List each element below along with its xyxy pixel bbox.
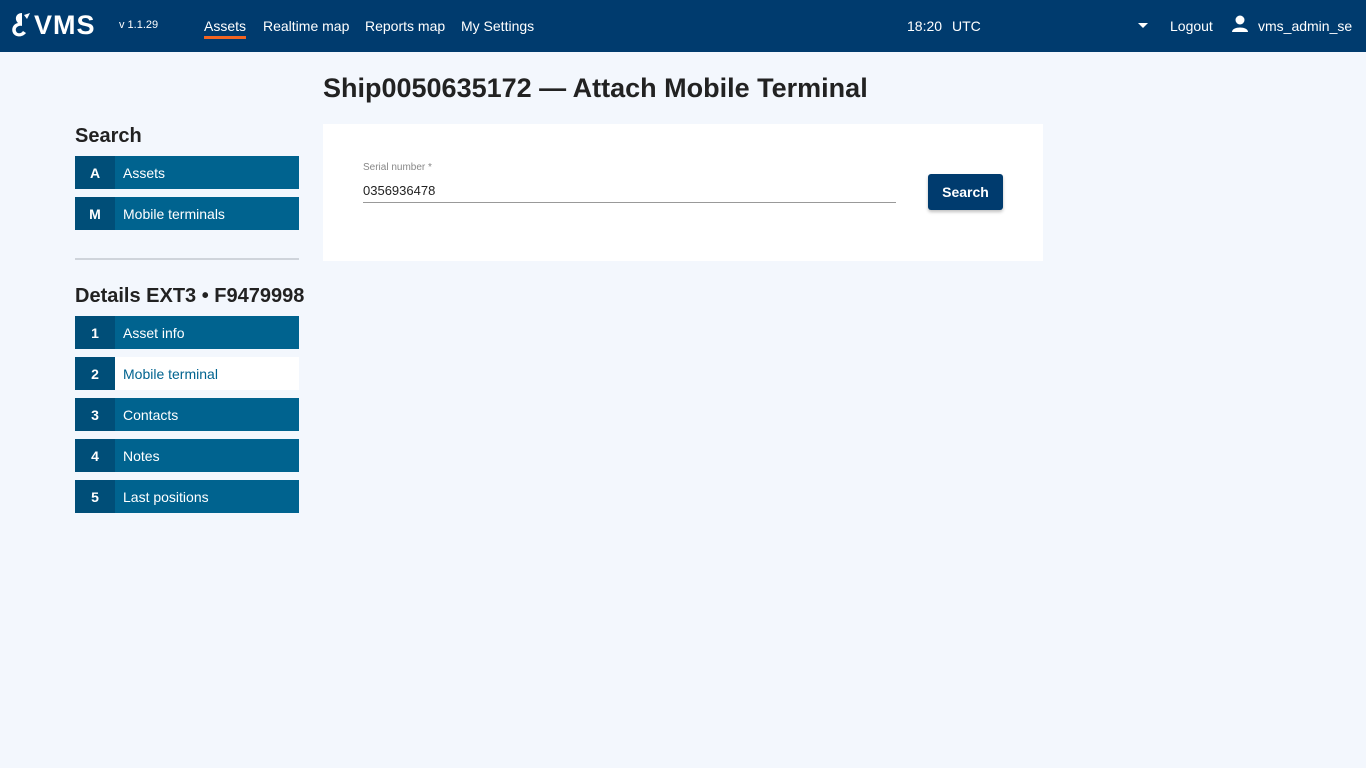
menu-key: 3 bbox=[75, 398, 115, 431]
top-navigation-bar: VMS v 1.1.29 Assets Realtime map Reports… bbox=[0, 0, 1366, 52]
clock-time: 18:20 bbox=[907, 18, 943, 34]
page-title: Ship0050635172 — Attach Mobile Terminal bbox=[323, 73, 868, 103]
details-section-title: Details EXT3 • F9479998 bbox=[75, 285, 305, 307]
menu-label: Asset info bbox=[123, 324, 185, 341]
menu-key: 5 bbox=[75, 480, 115, 513]
detail-item-contacts[interactable]: 3 Contacts bbox=[75, 398, 299, 431]
logout-button[interactable]: Logout bbox=[1170, 17, 1213, 35]
nav-realtime-map[interactable]: Realtime map bbox=[263, 17, 349, 35]
version-label: v 1.1.29 bbox=[119, 19, 159, 31]
search-button[interactable]: Search bbox=[928, 174, 1003, 210]
menu-label: Notes bbox=[123, 447, 160, 464]
logo[interactable]: VMS bbox=[10, 10, 96, 40]
menu-label: Mobile terminals bbox=[123, 205, 225, 222]
serial-number-label: Serial number * bbox=[363, 162, 432, 173]
timezone-dropdown-icon[interactable] bbox=[1138, 23, 1148, 28]
search-item-mobile-terminals[interactable]: M Mobile terminals bbox=[75, 197, 299, 230]
menu-label: Assets bbox=[123, 164, 166, 181]
menu-label: Last positions bbox=[123, 488, 209, 505]
menu-key: M bbox=[75, 197, 115, 230]
detail-item-asset-info[interactable]: 1 Asset info bbox=[75, 316, 299, 349]
nav-my-settings[interactable]: My Settings bbox=[461, 17, 534, 35]
username-label[interactable]: vms_admin_se bbox=[1258, 17, 1352, 35]
menu-key: A bbox=[75, 156, 115, 189]
logo-text: VMS bbox=[34, 10, 96, 40]
detail-item-mobile-terminal[interactable]: 2 Mobile terminal bbox=[75, 357, 299, 390]
search-item-assets[interactable]: A Assets bbox=[75, 156, 299, 189]
fish-hook-logo-icon bbox=[12, 13, 30, 37]
menu-key: 2 bbox=[75, 357, 115, 390]
search-card: Serial number * Search bbox=[323, 124, 1043, 261]
nav-assets[interactable]: Assets bbox=[204, 17, 247, 39]
search-section-title: Search bbox=[75, 125, 142, 147]
user-icon[interactable] bbox=[1232, 15, 1248, 33]
menu-label: Mobile terminal bbox=[123, 365, 218, 382]
menu-label: Contacts bbox=[123, 406, 179, 423]
nav-reports-map[interactable]: Reports map bbox=[365, 17, 445, 35]
timezone-label: UTC bbox=[952, 18, 981, 34]
menu-key: 1 bbox=[75, 316, 115, 349]
serial-number-input[interactable] bbox=[363, 179, 896, 203]
detail-item-notes[interactable]: 4 Notes bbox=[75, 439, 299, 472]
detail-item-last-positions[interactable]: 5 Last positions bbox=[75, 480, 299, 513]
sidebar-divider bbox=[75, 258, 299, 260]
menu-key: 4 bbox=[75, 439, 115, 472]
